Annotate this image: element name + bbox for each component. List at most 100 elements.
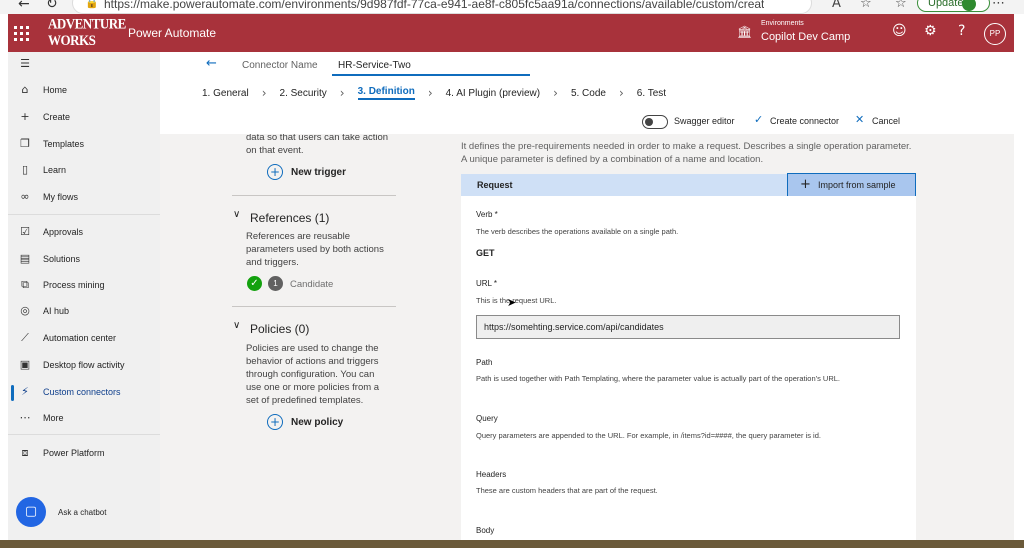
chatbot-icon[interactable]: ▢ [16, 497, 46, 527]
cancel-button[interactable]: Cancel [872, 116, 900, 126]
app-name[interactable]: Power Automate [128, 26, 216, 40]
policies-description-line: behavior of actions and triggers [246, 356, 379, 367]
import-from-sample-button[interactable]: + Import from sample [787, 173, 916, 197]
verb-label: Verb * [476, 210, 498, 219]
new-trigger-button[interactable]: New trigger [291, 167, 346, 178]
chevron-down-icon[interactable]: ∨ [233, 209, 240, 220]
references-description-line: References are reusable [246, 231, 351, 242]
environment-icon[interactable]: 🏛 [737, 25, 752, 39]
wizard-steps: 1. General › 2. Security › 3. Definition… [202, 85, 666, 101]
chevron-right-icon: › [553, 86, 558, 100]
back-arrow-icon[interactable]: ← [206, 56, 217, 71]
nav-item-create[interactable]: + Create [8, 107, 160, 129]
query-description: Query parameters are appended to the URL… [476, 431, 821, 440]
nav-item-process-mining[interactable]: ⧉ Process mining [8, 275, 160, 297]
query-label: Query [476, 414, 498, 423]
nav-item-more[interactable]: ⋯ More [8, 408, 160, 430]
step-code[interactable]: 5. Code [571, 88, 606, 99]
check-icon[interactable]: ✓ [754, 113, 763, 126]
path-description: Path is used together with Path Templati… [476, 374, 840, 383]
new-policy-plus-icon[interactable]: + [267, 414, 283, 430]
help-icon[interactable]: ? [958, 23, 965, 39]
nav-item-desktop-flow-activity[interactable]: ▣ Desktop flow activity [8, 355, 160, 377]
brand-logo[interactable]: ADVENTURE WORKS [48, 16, 126, 49]
read-aloud-icon[interactable]: A [832, 0, 841, 11]
favorite-icon[interactable]: ☆ [860, 0, 872, 11]
step-ai-plugin[interactable]: 4. AI Plugin (preview) [446, 88, 541, 99]
swagger-editor-label[interactable]: Swagger editor [674, 116, 735, 126]
close-icon[interactable]: ✕ [855, 113, 864, 126]
app-launcher-icon[interactable] [12, 24, 30, 42]
ai-hub-icon: ◎ [20, 304, 30, 317]
nav-item-learn[interactable]: ▯ Learn [8, 160, 160, 182]
chatbot-label[interactable]: Ask a chatbot [58, 508, 106, 517]
refresh-icon[interactable]: ↻ [46, 0, 58, 12]
hamburger-menu[interactable]: ☰ [8, 54, 160, 76]
nav-item-home[interactable]: ⌂ Home [8, 80, 160, 102]
nav-item-custom-connectors[interactable]: ⚡ Custom connectors [8, 382, 160, 404]
url-input[interactable] [476, 315, 900, 339]
browser-menu-icon[interactable]: ⋯ [992, 0, 1005, 11]
flows-icon: ∞ [20, 190, 30, 203]
smiley-icon[interactable]: ☺ [892, 23, 907, 39]
policies-description-line: set of predefined templates. [246, 395, 364, 406]
swagger-editor-toggle[interactable] [642, 115, 668, 129]
references-title[interactable]: References (1) [250, 211, 329, 225]
create-connector-button[interactable]: Create connector [770, 116, 839, 126]
lock-icon[interactable]: 🔒 [85, 0, 99, 9]
toggle-knob [645, 118, 653, 126]
nav-item-power-platform[interactable]: ⧈ Power Platform [8, 443, 160, 465]
custom-connectors-icon: ⚡ [21, 385, 29, 398]
step-security[interactable]: 2. Security [280, 88, 327, 99]
app-header: ADVENTURE WORKS Power Automate 🏛 Environ… [8, 14, 1014, 52]
solutions-icon: ▤ [19, 252, 31, 265]
reference-item-candidate[interactable]: Candidate [290, 279, 333, 290]
nav-item-label: Process mining [43, 280, 105, 290]
gear-icon[interactable]: ⚙ [924, 23, 937, 39]
section-divider [232, 306, 396, 307]
nav-item-ai-hub[interactable]: ◎ AI hub [8, 301, 160, 323]
update-button[interactable]: Update [917, 0, 991, 12]
nav-item-my-flows[interactable]: ∞ My flows [8, 187, 160, 209]
policies-title[interactable]: Policies (0) [250, 322, 309, 336]
section-divider [232, 195, 396, 196]
url-label: URL * [476, 279, 498, 288]
chevron-right-icon: › [427, 86, 433, 100]
desktop-flow-icon: ▣ [19, 358, 31, 371]
url-text[interactable]: https://make.powerautomate.com/environme… [104, 0, 764, 11]
favorites-icon[interactable]: ☆ [895, 0, 907, 11]
new-policy-button[interactable]: New policy [291, 417, 343, 428]
nav-item-label: Learn [43, 165, 67, 175]
connector-header: ← Connector Name 1. General › 2. Securit… [160, 52, 1014, 134]
step-definition[interactable]: 3. Definition [357, 86, 415, 100]
more-icon: ⋯ [19, 411, 31, 424]
new-trigger-plus-icon[interactable]: + [267, 164, 283, 180]
hamburger-icon[interactable]: ☰ [18, 57, 32, 70]
connector-name-label: Connector Name [242, 60, 318, 71]
mouse-cursor-icon: ➤ [507, 296, 517, 309]
left-navigation: ☰ ⌂ Home + Create ❐ Templates ▯ Learn ∞ … [8, 52, 160, 540]
connector-name-input[interactable] [332, 56, 530, 76]
avatar[interactable]: PP [984, 23, 1006, 45]
url-description: This is the request URL. [476, 296, 557, 305]
request-title: Request [477, 180, 513, 190]
browser-toolbar: ← ↻ 🔒 https://make.powerautomate.com/env… [0, 0, 1024, 14]
nav-item-approvals[interactable]: ☑ Approvals [8, 222, 160, 244]
templates-icon: ❐ [20, 137, 30, 150]
nav-item-solutions[interactable]: ▤ Solutions [8, 249, 160, 271]
nav-item-templates[interactable]: ❐ Templates [8, 134, 160, 156]
nav-item-label: Templates [43, 139, 85, 149]
environment-name[interactable]: Copilot Dev Camp [761, 31, 850, 43]
nav-item-label: Desktop flow activity [43, 360, 125, 370]
step-test[interactable]: 6. Test [637, 88, 666, 99]
back-icon[interactable]: ← [18, 0, 30, 12]
nav-item-label: My flows [43, 192, 79, 202]
nav-item-label: AI hub [43, 306, 70, 316]
step-general[interactable]: 1. General [202, 88, 249, 99]
chevron-right-icon: › [261, 86, 267, 100]
environment-label: Environments [761, 20, 804, 27]
chevron-down-icon[interactable]: ∨ [233, 320, 240, 331]
policies-description-line: through configuration. You can [246, 369, 375, 380]
nav-item-automation-center[interactable]: ⟋ Automation center [8, 328, 160, 350]
verb-value[interactable]: GET [476, 248, 495, 258]
